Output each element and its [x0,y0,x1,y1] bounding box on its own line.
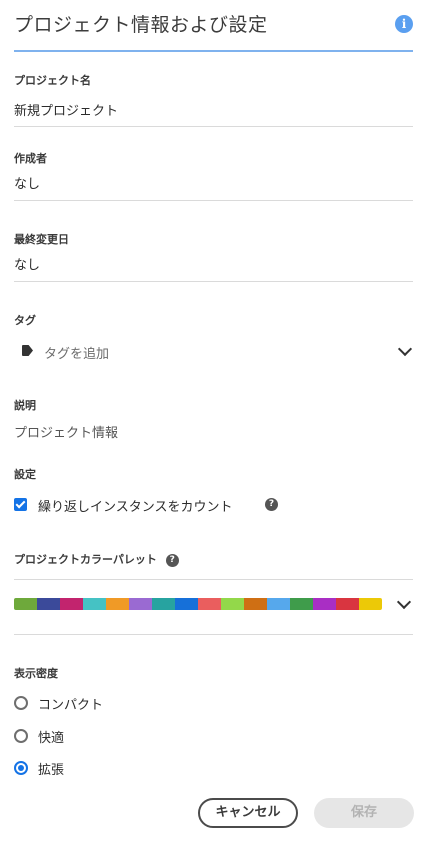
radio-button[interactable] [14,729,28,743]
project-name-field[interactable]: 新規プロジェクト [14,100,413,127]
palette-color-swatch [129,598,152,610]
settings-label: 設定 [14,468,36,481]
description-field[interactable]: プロジェクト情報 [14,422,413,441]
radio-label: 快適 [38,731,65,746]
tags-dropdown[interactable]: タグを追加 [14,336,413,366]
palette-color-swatch [313,598,336,610]
cancel-button[interactable]: キャンセル [198,798,298,828]
last-modified-label: 最終変更日 [14,233,69,246]
chevron-down-icon[interactable] [396,594,412,610]
repeat-instances-label: 繰り返しインスタンスをカウント [38,500,233,515]
tag-icon [22,345,33,356]
help-icon[interactable]: ? [265,498,278,511]
divider [14,200,413,201]
palette-color-swatch [290,598,313,610]
chevron-down-icon[interactable] [397,341,413,357]
help-icon[interactable]: ? [165,553,179,567]
project-name-label: プロジェクト名 [14,74,91,87]
divider [14,579,413,580]
divider [14,281,413,282]
created-by-value: なし [14,177,41,192]
density-label: 表示密度 [14,667,58,680]
info-icon[interactable]: i [395,15,413,33]
palette-label-row: プロジェクトカラーパレット ? [14,551,179,567]
last-modified-value: なし [14,258,41,273]
radio-button[interactable] [14,761,28,775]
color-palette-swatch[interactable] [14,598,382,610]
dialog-header: プロジェクト情報および設定 i [14,0,413,52]
tags-label: タグ [14,314,36,327]
palette-color-swatch [37,598,60,610]
palette-color-swatch [175,598,198,610]
palette-color-swatch [198,598,221,610]
palette-color-swatch [106,598,129,610]
description-label: 説明 [14,399,36,412]
palette-color-swatch [221,598,244,610]
palette-color-swatch [152,598,175,610]
palette-color-swatch [83,598,106,610]
radio-button[interactable] [14,696,28,710]
radio-label: 拡張 [38,763,65,778]
palette-label: プロジェクトカラーパレット [14,553,157,566]
save-button[interactable]: 保存 [314,798,414,828]
palette-color-swatch [336,598,359,610]
palette-color-swatch [14,598,37,610]
dialog-title: プロジェクト情報および設定 [14,14,268,36]
repeat-instances-checkbox[interactable] [14,498,27,511]
palette-color-swatch [60,598,83,610]
created-by-label: 作成者 [14,152,47,165]
radio-label: コンパクト [38,698,104,713]
palette-color-swatch [359,598,382,610]
tags-placeholder: タグを追加 [44,347,110,362]
project-name-value: 新規プロジェクト [14,104,119,119]
divider [14,634,413,635]
palette-color-swatch [244,598,267,610]
palette-color-swatch [267,598,290,610]
